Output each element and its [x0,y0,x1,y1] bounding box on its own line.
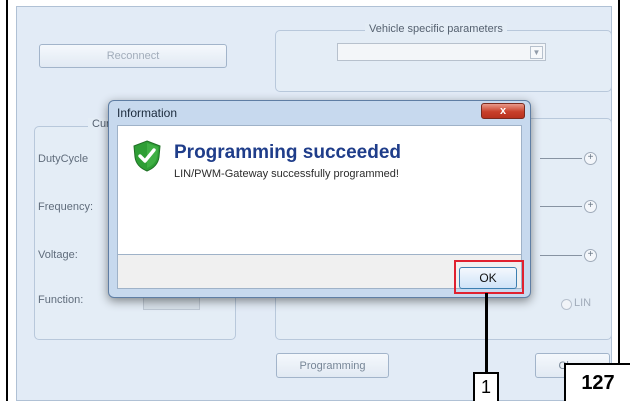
page-number: 127 [564,363,630,401]
dialog-heading: Programming succeeded [174,142,402,163]
dialog-title: Information [117,106,178,120]
callout-line [485,293,488,373]
shield-check-icon [133,140,161,172]
close-icon: x [499,105,507,117]
dialog-close-button[interactable]: x [481,103,525,119]
dialog-message: LIN/PWM-Gateway successfully programmed! [174,168,399,180]
callout-number: 1 [473,372,499,401]
dialog-body: Programming succeeded LIN/PWM-Gateway su… [117,125,522,255]
ok-highlight-frame [454,260,524,294]
